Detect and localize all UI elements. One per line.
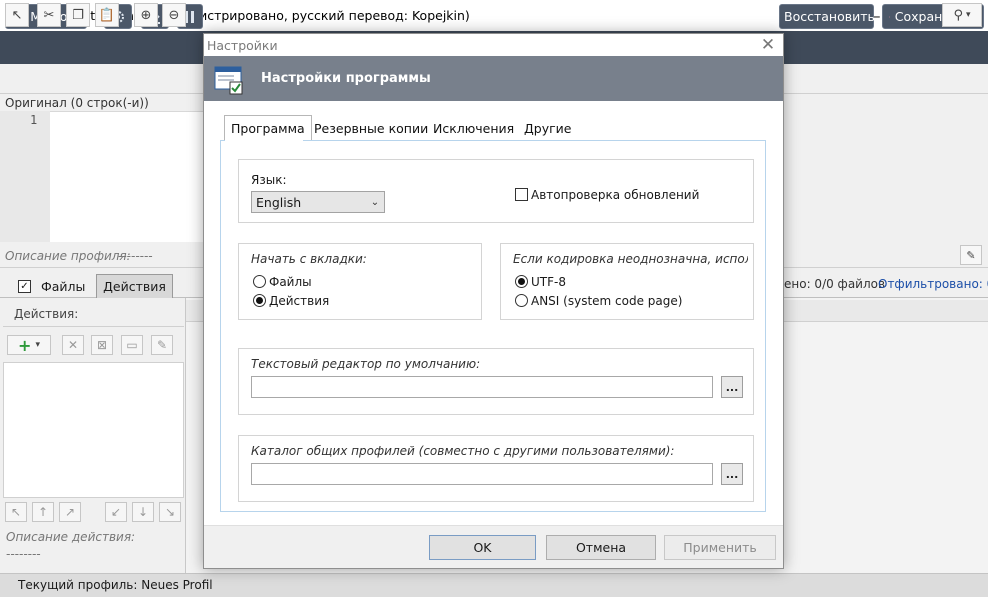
- restore-label: Восстановить...: [784, 9, 887, 24]
- cut-button[interactable]: ✂: [37, 3, 61, 27]
- close-icon: ✕: [760, 35, 776, 55]
- action-tool-button[interactable]: ▭: [121, 335, 143, 355]
- language-selected-value: English: [256, 194, 302, 210]
- default-editor-label: Текстовый редактор по умолчанию:: [251, 357, 481, 371]
- copy-button[interactable]: ❐: [66, 3, 90, 27]
- chevron-down-icon: ▾: [966, 10, 971, 20]
- arrow-down-left-icon: ↙: [110, 505, 122, 519]
- dialog-close-button[interactable]: ✕: [757, 34, 779, 56]
- tab-program[interactable]: Программа: [224, 115, 312, 141]
- shared-profiles-browse-button[interactable]: ...: [721, 463, 743, 485]
- encoding-utf8-label: UTF-8: [531, 275, 566, 289]
- settings-window-icon: [214, 66, 243, 95]
- add-action-button[interactable]: + ▾: [7, 335, 51, 355]
- restore-button[interactable]: Восстановить...: [779, 4, 887, 29]
- language-label: Язык:: [251, 173, 287, 187]
- zoom-in-button[interactable]: ⊕: [134, 3, 158, 27]
- files-checkbox[interactable]: ✓: [18, 280, 31, 293]
- auto-update-checkbox[interactable]: [515, 188, 528, 201]
- zoom-in-icon: ⊕: [140, 7, 152, 23]
- zoom-out-icon: ⊖: [168, 7, 180, 23]
- move-top-button[interactable]: ↖: [5, 502, 27, 522]
- actions-divider: [3, 326, 184, 327]
- dialog-window-title: Настройки: [207, 38, 278, 53]
- ok-button[interactable]: OK: [429, 535, 536, 560]
- move-up-button[interactable]: ↑: [32, 502, 54, 522]
- cancel-button[interactable]: Отмена: [546, 535, 656, 560]
- move-bottom-button[interactable]: ↘: [159, 502, 181, 522]
- arrow-up-right-icon: ↗: [64, 505, 76, 519]
- language-select[interactable]: English: [251, 191, 385, 213]
- actions-header: Действия:: [14, 307, 79, 321]
- move-down-button[interactable]: ↓: [132, 502, 154, 522]
- document-icon: ▭: [126, 338, 138, 352]
- actions-list[interactable]: [3, 362, 184, 498]
- encoding-utf8-radio[interactable]: [515, 275, 528, 288]
- apply-button[interactable]: Применить: [664, 535, 776, 560]
- start-actions-radio[interactable]: [253, 294, 266, 307]
- encoding-ansi-label: ANSI (system code page): [531, 294, 683, 308]
- shared-profiles-label: Каталог общих профилей (совместно с друг…: [251, 444, 675, 458]
- arrow-down-icon: ↓: [137, 505, 149, 519]
- tab-files[interactable]: ✓ Файлы: [10, 274, 94, 299]
- delete-action-button[interactable]: ✕: [62, 335, 84, 355]
- action-description-label: Описание действия:: [6, 530, 136, 544]
- chevron-down-icon: ▾: [35, 340, 40, 350]
- edit-action-button[interactable]: ✎: [151, 335, 173, 355]
- binoculars-icon: ⚲: [953, 7, 963, 23]
- start-files-radio[interactable]: [253, 275, 266, 288]
- arrow-up-left-icon: ↖: [10, 505, 22, 519]
- tab-other[interactable]: Другие: [518, 116, 577, 140]
- floppy-disk-icon: [889, 16, 890, 17]
- tab-files-label: Файлы: [41, 279, 86, 294]
- line-number: 1: [30, 113, 38, 127]
- scissors-icon: ✂: [43, 7, 55, 23]
- default-editor-browse-button[interactable]: ...: [721, 376, 743, 398]
- tab-actions[interactable]: Действия: [96, 274, 173, 299]
- edit-description-button[interactable]: ✎: [960, 245, 982, 265]
- zoom-out-button[interactable]: ⊖: [162, 3, 186, 27]
- default-editor-input[interactable]: [251, 376, 713, 398]
- encoding-label: Если кодировка неоднозначна, использов..…: [513, 252, 748, 266]
- action-description-value: --------: [6, 547, 41, 561]
- delete-doc-icon: ⊠: [96, 338, 108, 352]
- plus-icon: +: [18, 335, 32, 355]
- select-tool-button[interactable]: ↖: [5, 3, 29, 27]
- delete-all-button[interactable]: ⊠: [91, 335, 113, 355]
- current-profile: Текущий профиль: Neues Profil: [18, 578, 213, 592]
- profile-description-label: Описание профиля:: [5, 249, 131, 263]
- edit-icon: ✎: [156, 338, 168, 352]
- arrow-up-icon: ↑: [37, 505, 49, 519]
- start-actions-label: Действия: [269, 294, 330, 308]
- move-down-left-button[interactable]: ↙: [105, 502, 127, 522]
- original-label: Оригинал (0 строк(-и)): [5, 96, 149, 110]
- profile-description-value: --------: [118, 249, 153, 263]
- dialog-header-title: Настройки программы: [261, 71, 431, 86]
- cursor-icon: ↖: [11, 7, 23, 23]
- shared-profiles-input[interactable]: [251, 463, 713, 485]
- radio-selected-dot: [518, 278, 525, 285]
- move-up-right-button[interactable]: ↗: [59, 502, 81, 522]
- arrow-down-right-icon: ↘: [164, 505, 176, 519]
- radio-selected-dot: [256, 297, 263, 304]
- tab-actions-label: Действия: [103, 279, 166, 294]
- start-tab-label: Начать с вкладки:: [251, 252, 367, 266]
- found-count: ено: 0/0 файлов: [784, 277, 886, 291]
- copy-icon: ❐: [72, 7, 84, 23]
- tab-exclusions[interactable]: Исключения: [427, 116, 520, 140]
- tab-backups[interactable]: Резервные копии: [308, 116, 434, 140]
- line-gutter: [0, 111, 50, 242]
- auto-update-label: Автопроверка обновлений: [531, 188, 700, 202]
- start-files-label: Файлы: [269, 275, 312, 289]
- find-button[interactable]: ⚲ ▾: [942, 3, 982, 27]
- chevron-down-icon: ⌄: [370, 196, 380, 208]
- paste-icon: 📋: [98, 7, 116, 23]
- encoding-ansi-radio[interactable]: [515, 294, 528, 307]
- paste-button[interactable]: 📋: [95, 3, 119, 27]
- x-icon: ✕: [67, 338, 79, 352]
- edit-icon: ✎: [966, 248, 976, 262]
- filtered-count[interactable]: Отфильтровано: 0: [878, 277, 988, 291]
- active-tab-joiner: [225, 139, 303, 141]
